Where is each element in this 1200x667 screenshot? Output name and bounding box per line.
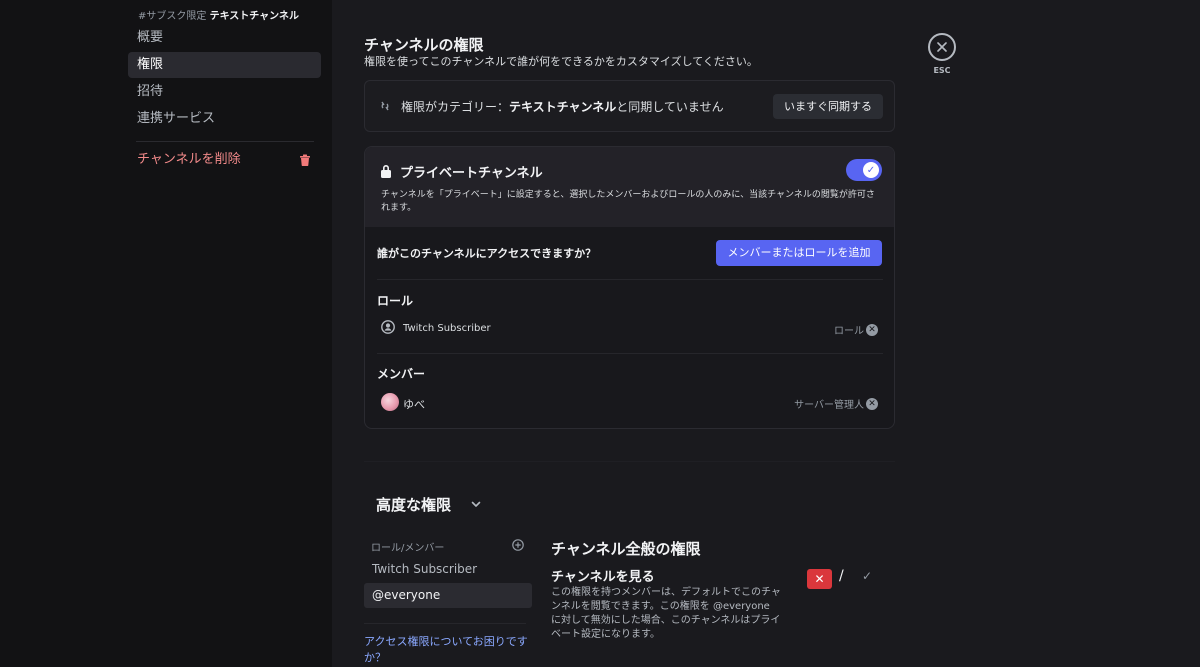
private-channel-toggle[interactable]: ✓ (846, 159, 882, 181)
add-member-or-role-button[interactable]: メンバーまたはロールを追加 (716, 240, 882, 266)
role-tag-label: ロール (834, 326, 864, 337)
add-role-plus-icon[interactable] (512, 539, 524, 551)
chevron-down-icon[interactable] (470, 498, 482, 510)
page-title: チャンネルの権限 (364, 36, 484, 54)
list-item-everyone[interactable]: @everyone (364, 583, 532, 608)
help-link[interactable]: アクセス権限についてお困りですか？ (364, 634, 534, 666)
member-name: ゆべ (403, 398, 425, 411)
who-access-label: 誰がこのチャンネルにアクセスできますか？ (377, 247, 597, 260)
permission-description: この権限を持つメンバーは、デフォルトでこのチャンネルを閲覧できます。この権限を … (551, 587, 781, 640)
role-tag: ロール ✕ (834, 322, 878, 337)
sync-status-text: 権限がカテゴリー：テキストチャンネルと同期していません (401, 98, 724, 115)
sidebar-item-integrations[interactable]: 連携サービス (128, 106, 321, 132)
sidebar-channel-header: #サブスク限定 テキストチャンネル (138, 7, 299, 22)
sidebar-item-permissions[interactable]: 権限 (128, 52, 321, 78)
roles-label: ロール (377, 294, 414, 308)
channel-name-label: テキストチャンネル (209, 11, 299, 22)
member-tag-label: サーバー管理人 (794, 400, 864, 411)
remove-member-icon[interactable]: ✕ (866, 397, 878, 410)
divider (364, 623, 526, 624)
sync-text-after: と同期していません (616, 100, 724, 114)
sync-text-before: 権限がカテゴリー： (401, 100, 510, 114)
sync-category-name: テキストチャンネル (509, 100, 617, 114)
private-channel-title: プライベートチャンネル (400, 166, 543, 181)
settings-sidebar: #サブスク限定 テキストチャンネル 概要 権限 招待 連携サービス チャンネルを… (0, 0, 332, 667)
channel-category-label: #サブスク限定 (138, 11, 207, 22)
sidebar-item-overview[interactable]: 概要 (128, 25, 321, 51)
check-icon: ✓ (863, 162, 879, 178)
main-content: チャンネルの権限 権限を使ってこのチャンネルで誰が何をできるかをカスタマイズして… (332, 0, 1200, 667)
esc-label: ESC (933, 66, 951, 75)
close-button[interactable] (928, 33, 956, 61)
deny-permission-button[interactable]: ✕ (807, 569, 832, 589)
sync-now-button[interactable]: いますぐ同期する (773, 94, 883, 119)
permission-name: チャンネルを見る (551, 570, 655, 585)
trash-icon (300, 154, 310, 166)
divider (377, 353, 883, 354)
role-shield-icon (381, 320, 395, 334)
delete-channel-label: チャンネルを削除 (137, 152, 241, 167)
private-channel-card: プライベートチャンネル ✓ チャンネルを「プライベート」に設定すると、選択したメ… (364, 146, 895, 429)
avatar (381, 393, 399, 411)
list-item-twitch-subscriber[interactable]: Twitch Subscriber (364, 557, 532, 582)
advanced-permissions-title[interactable]: 高度な権限 (376, 494, 451, 515)
lock-icon (381, 165, 391, 178)
allow-permission-button[interactable]: ✓ (862, 569, 872, 583)
unsynced-icon (381, 101, 389, 111)
private-channel-header: プライベートチャンネル ✓ チャンネルを「プライベート」に設定すると、選択したメ… (365, 147, 894, 227)
sidebar-item-invites[interactable]: 招待 (128, 79, 321, 105)
divider (377, 279, 883, 280)
permission-section-title: チャンネル全般の権限 (551, 540, 701, 558)
section-divider (364, 461, 895, 462)
member-tag: サーバー管理人 ✕ (794, 396, 878, 411)
check-icon: ✓ (862, 569, 873, 583)
sync-notice: 権限がカテゴリー：テキストチャンネルと同期していません いますぐ同期する (364, 80, 895, 132)
neutral-permission-button[interactable]: / (839, 568, 844, 584)
remove-role-icon[interactable]: ✕ (866, 323, 878, 336)
roles-members-header: ロール/メンバー (371, 543, 445, 554)
members-label: メンバー (377, 367, 426, 381)
page-subtitle: 権限を使ってこのチャンネルで誰が何をできるかをカスタマイズしてください。 (364, 55, 758, 68)
close-area: ESC (927, 33, 957, 75)
role-name: Twitch Subscriber (403, 323, 491, 334)
private-channel-description: チャンネルを「プライベート」に設定すると、選択したメンバーおよびロールの人のみに… (381, 190, 875, 213)
close-icon (937, 42, 947, 52)
sidebar-divider (136, 141, 314, 142)
delete-channel-button[interactable]: チャンネルを削除 (128, 147, 321, 173)
close-icon: ✕ (814, 572, 825, 586)
